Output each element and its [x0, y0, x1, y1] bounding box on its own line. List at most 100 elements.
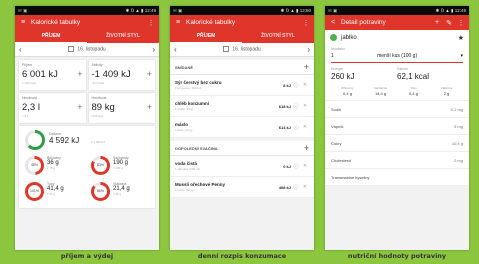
- nutrient-value: 10,4 g: [451, 140, 463, 146]
- food-energy: 8 kJ: [283, 82, 291, 88]
- remove-icon[interactable]: ✕: [301, 163, 309, 169]
- food-portion: 1 lžíce (10 g): [175, 128, 193, 132]
- meal-section-title: SNÍDANĚ: [175, 64, 194, 70]
- menu-icon[interactable]: ≡: [174, 19, 182, 26]
- remove-icon[interactable]: ✕: [301, 184, 309, 190]
- food-energy: 408 kJ: [278, 184, 291, 190]
- carbs-ring: 83%: [91, 156, 110, 175]
- overflow-menu-icon[interactable]: ⋮: [457, 19, 465, 27]
- back-arrow-icon[interactable]: <: [329, 19, 337, 26]
- favorite-star-icon[interactable]: ★: [458, 34, 464, 42]
- activity-card[interactable]: Aktivity -1 409 kJ -337 kcal +: [88, 60, 155, 90]
- fiber-pct: 86%: [93, 184, 108, 199]
- unit-select[interactable]: menší kus (100 g): [342, 53, 453, 59]
- tab-lifestyle[interactable]: ŽIVOTNÍ STYL: [242, 30, 314, 43]
- calendar-icon: [223, 46, 230, 53]
- caption-daily-log: denní rozpis konzumace: [197, 252, 287, 260]
- energy-value: 4 592 kJ: [49, 136, 80, 145]
- date-navigator: ‹ 16. listopadu ›: [15, 43, 159, 57]
- macro-value: 2 g: [443, 91, 450, 96]
- food-name: voda čistá: [175, 161, 198, 166]
- info-icon[interactable]: ⓘ: [291, 82, 301, 89]
- drink-card[interactable]: Hmotnost 2,3 l z 3 l +: [19, 93, 86, 123]
- tab-intake[interactable]: PŘÍJEM: [170, 30, 242, 43]
- overflow-menu-icon[interactable]: ⋮: [302, 19, 310, 27]
- fat-text: Tuky 41,4 g z 41 g: [47, 182, 64, 196]
- add-icon[interactable]: +: [433, 19, 441, 26]
- energy-sub: z 7 300 kJ: [91, 140, 105, 144]
- status-icons-left: ✉ ▣: [328, 7, 338, 13]
- remove-icon[interactable]: ✕: [301, 82, 309, 88]
- food-title: jablko: [341, 34, 357, 41]
- current-date[interactable]: 16. listopadu: [22, 46, 153, 53]
- next-day-arrow-icon[interactable]: ›: [152, 45, 155, 54]
- edit-icon[interactable]: ✎: [445, 19, 453, 27]
- food-log-item[interactable]: máslo 1 lžíce (10 g) 614 kJ ⓘ ✕: [170, 117, 314, 138]
- remove-icon[interactable]: ✕: [301, 103, 309, 109]
- card-value: 6 001 kJ: [22, 69, 58, 80]
- info-icon[interactable]: ⓘ: [291, 184, 301, 191]
- card-value: 2,3 l: [22, 102, 40, 113]
- meal-section-header: SNÍDANĚ +: [170, 60, 314, 75]
- info-icon[interactable]: ⓘ: [291, 103, 301, 110]
- add-food-icon[interactable]: +: [304, 143, 309, 153]
- add-food-icon[interactable]: +: [304, 62, 309, 72]
- protein-text: Bílkoviny 36 g z 75 g: [47, 156, 61, 170]
- add-drink-icon[interactable]: +: [77, 102, 82, 112]
- current-date[interactable]: 16. listopadu: [177, 46, 308, 53]
- protein-ring: 48%: [25, 156, 44, 175]
- remove-icon[interactable]: ✕: [301, 124, 309, 130]
- energy-summary: Energie 260 kJ Kalorie 62,1 kcal: [325, 63, 469, 83]
- food-log-item[interactable]: chléb konzumní 1 krajíc (40 g) 618 kJ ⓘ ✕: [170, 96, 314, 117]
- info-icon[interactable]: ⓘ: [291, 124, 301, 131]
- status-bar: ✉ ▣ ✱ ⅁ ▲ ▮ 12:49: [325, 6, 469, 15]
- fat-pct: 101%: [27, 184, 42, 199]
- tab-intake[interactable]: PŘÍJEM: [15, 30, 87, 43]
- app-title: Kalorické tabulky: [186, 19, 236, 26]
- macro-label: Sacharidy: [373, 86, 388, 90]
- add-intake-icon[interactable]: +: [77, 69, 82, 79]
- nutrient-label: Vápník: [331, 123, 344, 129]
- status-bar: ✉ ▣ ✱ ⅁ ▲ ▮ 12:49: [15, 6, 159, 15]
- menu-icon[interactable]: ≡: [19, 19, 27, 26]
- dropdown-arrow-icon[interactable]: ▾: [460, 53, 463, 59]
- quantity-input[interactable]: 1: [331, 53, 334, 59]
- fat-sub: z 41 g: [47, 192, 56, 196]
- tab-lifestyle[interactable]: ŽIVOTNÍ STYL: [87, 30, 159, 43]
- food-log-item[interactable]: voda čistá 1 sklenice (300 ml) 0 kJ ⓘ ✕: [170, 156, 314, 177]
- next-day-arrow-icon[interactable]: ›: [307, 45, 310, 54]
- food-portion: 1 krajíc (40 g): [175, 107, 194, 111]
- calendar-icon: [68, 46, 75, 53]
- date-navigator: ‹ 16. listopadu ›: [170, 43, 314, 57]
- card-label: Hmotnost: [22, 96, 37, 100]
- protein-pct: 48%: [27, 158, 42, 173]
- food-name: máslo: [175, 122, 189, 127]
- macro-value: 0,4 g: [343, 91, 352, 96]
- overflow-menu-icon[interactable]: ⋮: [147, 19, 155, 27]
- caption-intake: příjem a výdej: [60, 252, 114, 260]
- screen-title: Detail potraviny: [341, 19, 386, 26]
- card-value: 89 kg: [91, 102, 115, 113]
- macro-value: 0,4 g: [409, 91, 418, 96]
- nutrient-row: Transmastné kyseliny: [325, 169, 469, 186]
- food-log-item[interactable]: Mussli ořechové Penny 1 porce (50 g) 408 …: [170, 177, 314, 198]
- macro-summary: Bílkoviny 0,4 g Sacharidy 14,4 g Tuky 0,4 g…: [325, 83, 469, 101]
- macro-label: Vláknina: [440, 86, 453, 90]
- status-icons-left: ✉ ▣: [18, 7, 28, 13]
- quantity-field: Množství 1 menší kus (100 g) ▾: [325, 45, 469, 63]
- apple-icon: [330, 34, 337, 41]
- nutrient-row: Sodík 0,1 mg: [325, 101, 469, 118]
- nutrient-row: Vápník 5 mg: [325, 118, 469, 135]
- meal-section-header: DOPOLEDNÍ SVAČINA +: [170, 141, 314, 156]
- status-icons-right: ✱ ⅁ ▲ ▮ 12:50: [280, 7, 311, 13]
- add-activity-icon[interactable]: +: [147, 69, 152, 79]
- food-name: Mussli ořechové Penny: [175, 182, 226, 187]
- app-bar: ≡ Kalorické tabulky ⋮: [170, 15, 314, 30]
- add-weight-icon[interactable]: +: [147, 102, 152, 112]
- food-log-item[interactable]: Sýr čerstvý bez cukru 1 ks (porce, 200 ml…: [170, 75, 314, 96]
- weight-card[interactable]: Hmotnost 89 kg cíl 84 kg +: [88, 93, 155, 123]
- card-value: -1 409 kJ: [91, 69, 131, 80]
- info-icon[interactable]: ⓘ: [291, 163, 301, 170]
- intake-card[interactable]: Příjem 6 001 kJ 1 434 kcal +: [19, 60, 86, 90]
- energy-text: Celkem 4 592 kJ: [49, 132, 79, 145]
